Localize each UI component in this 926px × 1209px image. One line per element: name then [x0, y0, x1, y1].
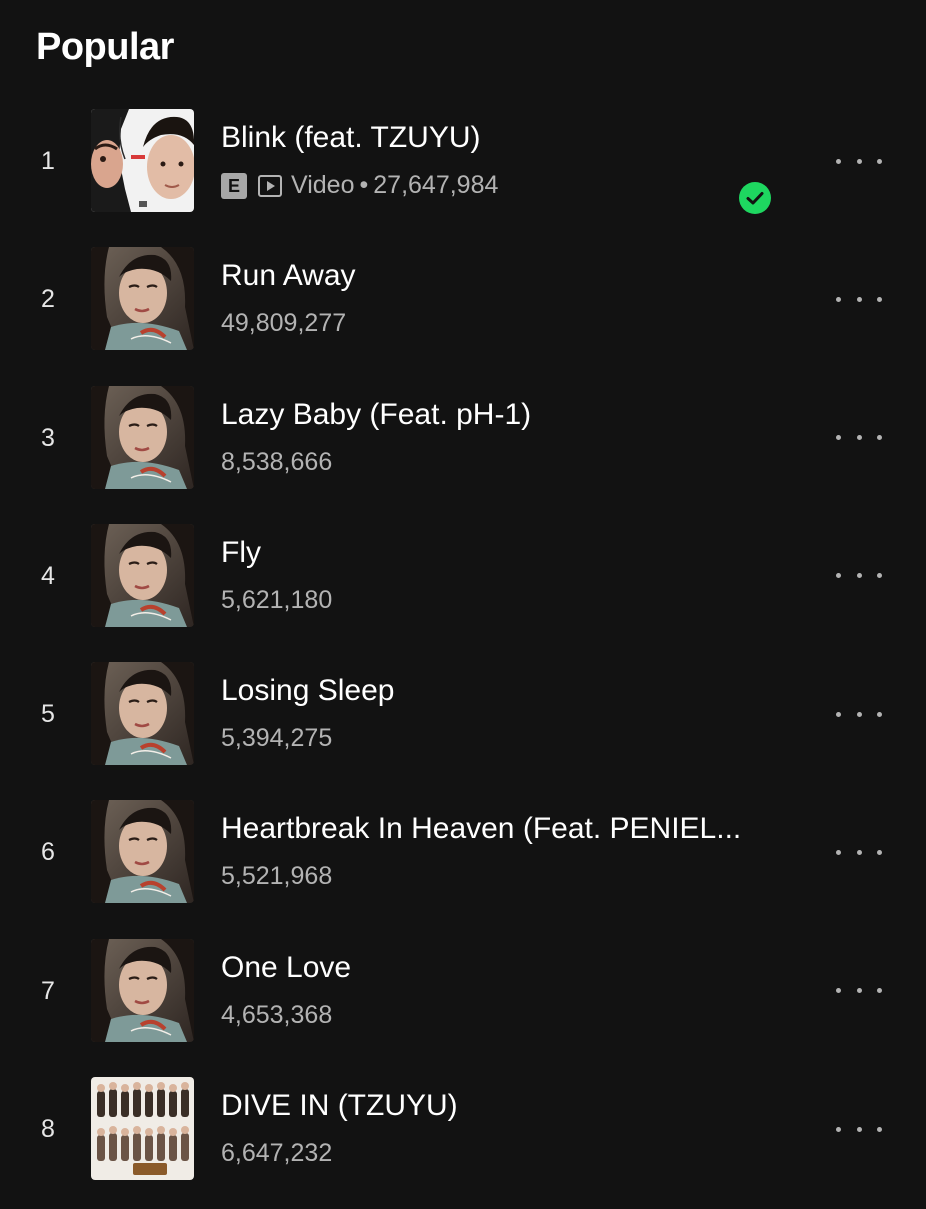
track-number: 4	[41, 561, 55, 590]
track-number: 6	[41, 838, 55, 867]
track-number: 5	[41, 700, 55, 729]
video-play-icon	[258, 174, 282, 197]
track-title[interactable]: DIVE IN (TZUYU)	[221, 1089, 811, 1123]
play-count: 5,521,968	[221, 862, 333, 891]
more-options-icon[interactable]	[836, 981, 882, 1001]
album-cover	[91, 1077, 194, 1181]
more-options-icon[interactable]	[836, 842, 882, 862]
play-count: 8,538,666	[221, 447, 333, 476]
album-cover	[91, 385, 194, 489]
track-meta: 49,809,277	[221, 309, 346, 338]
meta-separator: •	[359, 171, 369, 199]
more-options-icon[interactable]	[836, 151, 882, 171]
track-number: 3	[41, 423, 55, 452]
play-count: 6,647,232	[221, 1139, 333, 1168]
track-number: 2	[41, 285, 55, 314]
track-meta: 6,647,232	[221, 1139, 332, 1168]
track-row[interactable]: 6 Heartbreak In Heaven (Feat. PENIEL... …	[0, 794, 926, 932]
track-title[interactable]: One Love	[221, 951, 811, 985]
album-cover	[91, 662, 194, 766]
track-meta: E Video • 27,647,984	[221, 171, 498, 200]
track-type-label: Video	[291, 171, 355, 199]
album-cover	[91, 523, 194, 627]
play-count: 5,621,180	[221, 585, 333, 614]
more-options-icon[interactable]	[836, 704, 882, 724]
tzuyu-cover-art	[91, 662, 194, 766]
tzuyu-cover-art	[91, 938, 194, 1042]
track-row[interactable]: 4 Fly 5,621,180	[0, 518, 926, 656]
track-row[interactable]: 3 Lazy Baby (Feat. pH-1) 8,538,666	[0, 380, 926, 518]
track-meta: 5,621,180	[221, 586, 332, 615]
dive-in-cover-art	[91, 1077, 194, 1181]
tzuyu-cover-art	[91, 385, 194, 489]
section-title: Popular	[36, 26, 174, 68]
track-title[interactable]: Blink (feat. TZUYU)	[221, 121, 811, 155]
track-meta: 5,394,275	[221, 724, 332, 753]
more-options-icon[interactable]	[836, 428, 882, 448]
check-circle-icon[interactable]	[739, 182, 771, 214]
album-cover	[91, 800, 194, 904]
track-row[interactable]: 2 Run Away 49,809,277	[0, 241, 926, 379]
play-count: 5,394,275	[221, 724, 333, 753]
blink-cover-art	[91, 109, 194, 212]
track-title[interactable]: Losing Sleep	[221, 674, 811, 708]
tzuyu-cover-art	[91, 247, 194, 351]
play-count: 49,809,277	[221, 309, 347, 338]
more-options-icon[interactable]	[836, 289, 882, 309]
more-options-icon[interactable]	[836, 1119, 882, 1139]
explicit-badge: E	[221, 172, 247, 199]
track-row[interactable]: 5 Losing Sleep 5,394,275	[0, 656, 926, 794]
track-title[interactable]: Heartbreak In Heaven (Feat. PENIEL...	[221, 812, 811, 846]
album-cover	[91, 938, 194, 1042]
more-options-icon[interactable]	[836, 566, 882, 586]
track-title[interactable]: Run Away	[221, 259, 811, 293]
track-row[interactable]: 8 DIVE IN (TZUYU) 6,647,232	[0, 1071, 926, 1209]
album-cover	[91, 109, 194, 212]
track-number: 7	[41, 976, 55, 1005]
track-meta: 8,538,666	[221, 448, 332, 477]
track-number: 1	[41, 147, 55, 175]
tzuyu-cover-art	[91, 523, 194, 627]
track-row[interactable]: 1 Blink (feat. TZUYU) E Video • 27,647,9…	[0, 103, 926, 241]
play-count: 4,653,368	[221, 1000, 333, 1029]
track-number: 8	[41, 1115, 55, 1144]
popular-track-list: 1 Blink (feat. TZUYU) E Video • 27,647,9…	[0, 103, 926, 1209]
track-meta: 4,653,368	[221, 1001, 332, 1030]
track-meta: 5,521,968	[221, 862, 332, 891]
track-row[interactable]: 7 One Love 4,653,368	[0, 933, 926, 1071]
tzuyu-cover-art	[91, 800, 194, 904]
track-title[interactable]: Lazy Baby (Feat. pH-1)	[221, 398, 811, 432]
album-cover	[91, 247, 194, 351]
play-count: 27,647,984	[373, 171, 499, 199]
track-title[interactable]: Fly	[221, 536, 811, 570]
